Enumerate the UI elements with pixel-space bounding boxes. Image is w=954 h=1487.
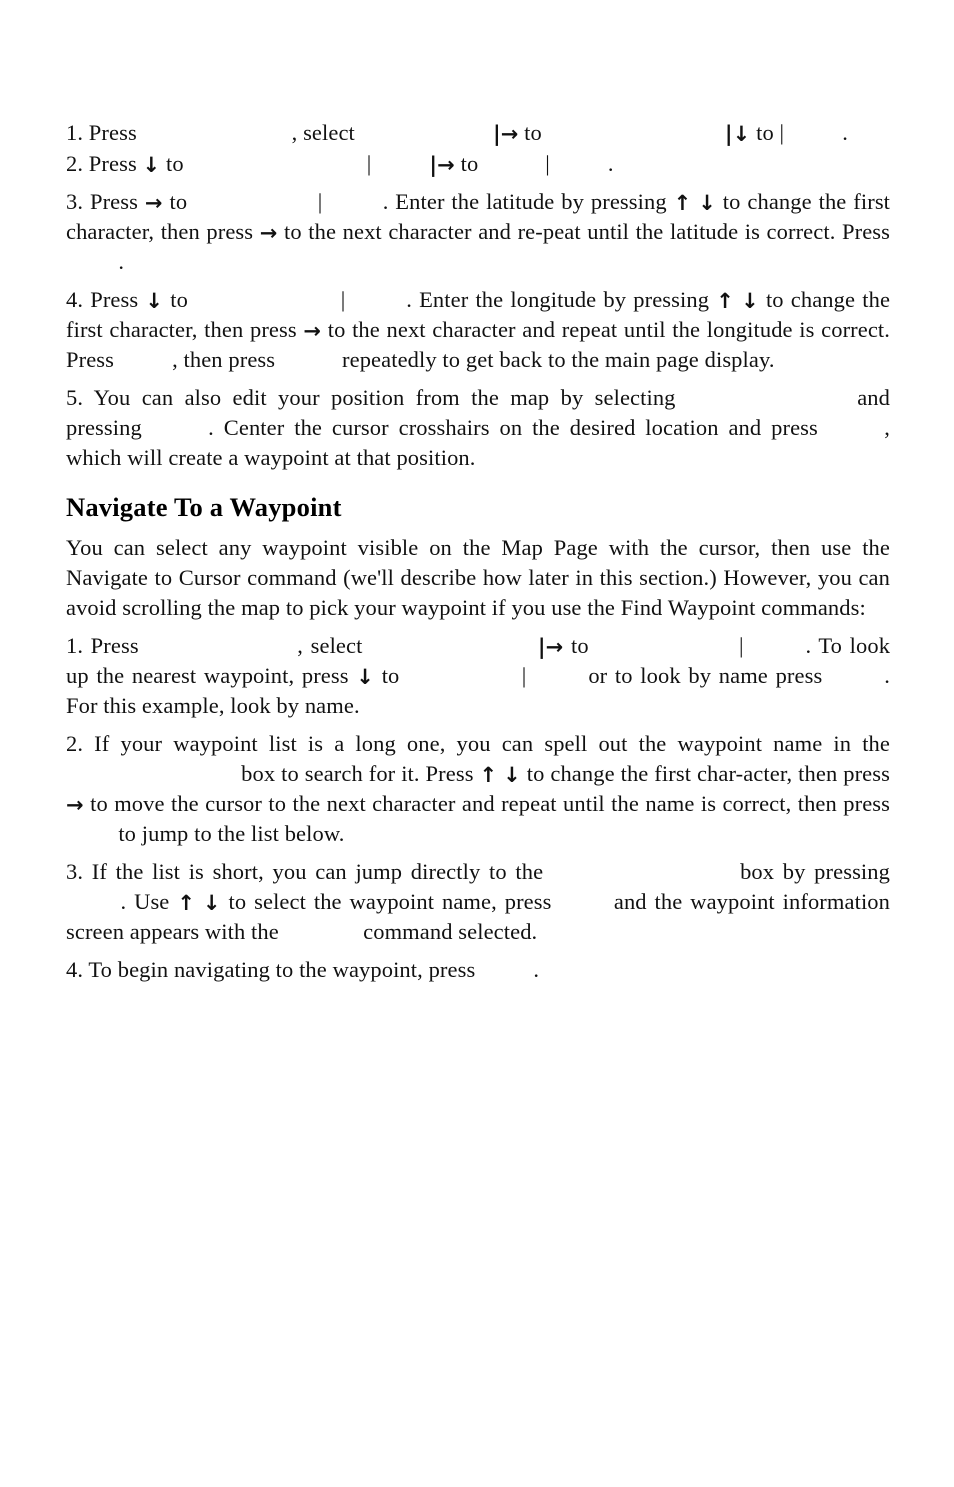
find-step-3-body-5: command selected. [363, 919, 538, 944]
pipe-separator: | [521, 663, 527, 688]
arrow-down-icon: |↓ [724, 122, 751, 146]
find-step-3-paragraph: 3. If the list is short, you can jump di… [66, 857, 890, 947]
step-4-paragraph: 4. Press ↓ to LONGITUDE | ENT . Enter th… [66, 285, 890, 375]
step-3-to: to [169, 189, 188, 214]
find-step-1-body-2: or to look by name press [588, 663, 823, 688]
step-4-body-1: . Enter the longitude by pressing [406, 287, 710, 312]
arrow-right-icon: |→ [537, 635, 564, 659]
step-1-to-2: to [756, 120, 774, 145]
pipe-separator: | [317, 189, 323, 214]
find-step-1-lead: 1. Press [66, 633, 139, 658]
arrow-up-icon: ↑ [177, 891, 196, 915]
step-1-to-1: to [524, 120, 542, 145]
section-heading-navigate-to-a-waypoint: Navigate To a Waypoint [66, 492, 342, 522]
pipe-separator: | [739, 633, 744, 658]
step-1-period: . [842, 120, 848, 145]
pipe-separator: | [366, 151, 372, 176]
find-step-3-body-2: . Use [120, 889, 170, 914]
arrow-right-icon: → [259, 221, 278, 245]
find-step-4-paragraph: 4. To begin navigating to the waypoint, … [66, 955, 890, 985]
find-step-4-lead: 4. To begin navigating to the waypoint, … [66, 957, 476, 982]
pipe-separator: | [545, 151, 550, 176]
find-step-1-to-1: to [570, 633, 589, 658]
arrow-down-icon: ↓ [356, 665, 374, 689]
arrow-right-icon: |→ [492, 122, 519, 146]
arrow-down-icon: ↓ [142, 153, 161, 177]
step-3-lead: 3. Press [66, 189, 138, 214]
step-2-lead: 2. Press [66, 151, 137, 176]
find-step-1-to-2: to [381, 663, 400, 688]
step-3-paragraph: 3. Press → to LATITUDE | ENT . Enter the… [66, 187, 890, 277]
step-5-body-2: . Center the cursor crosshairs on the de… [208, 415, 818, 440]
intro-paragraph: You can select any waypoint visible on t… [66, 535, 890, 620]
arrow-right-icon: → [66, 793, 84, 817]
step-2-paragraph: 2. Press ↓ to EDIT POSITION | ENT |→ to … [66, 149, 890, 179]
find-step-2-body-2: to change the first char-acter, then pre… [526, 761, 890, 786]
arrow-down-icon: ↓ [741, 289, 759, 313]
step-2-period: . [607, 151, 614, 176]
step-4-body-4: , then press [172, 347, 276, 372]
arrow-up-icon: ↑ [716, 289, 734, 313]
step-4-body-5: repeatedly to get back to the main page … [342, 347, 775, 372]
step-5-paragraph: 5. You can also edit your position from … [66, 383, 890, 473]
find-step-3-body-3: to select the waypoint name, press [228, 889, 552, 914]
find-step-3-body-1: box by pressing [740, 859, 890, 884]
find-step-3-lead: 3. If the list is short, you can jump di… [66, 859, 544, 884]
pipe-separator: | [779, 120, 785, 145]
step-2-to-1: to [165, 151, 184, 176]
arrow-down-icon: ↓ [202, 891, 221, 915]
arrow-right-icon: → [144, 191, 163, 215]
arrow-up-icon: ↑ [479, 763, 498, 787]
find-step-2-body-3: to move the cursor to the next character… [90, 791, 890, 816]
step-4-to: to [170, 287, 188, 312]
arrow-down-icon: ↓ [698, 191, 716, 215]
arrow-up-icon: ↑ [673, 191, 692, 215]
arrow-right-icon: → [303, 319, 322, 343]
find-step-1-select: , select [297, 633, 363, 658]
step-1-paragraph: 1. Press MENU|MENU , select MY TRAILS |→… [66, 118, 890, 148]
step-5-lead: 5. You can also edit your position from … [66, 385, 676, 410]
arrow-down-icon: ↓ [145, 289, 164, 313]
find-step-2-body-1: box to search for it. Press [241, 761, 474, 786]
step-3-body-1: . Enter the latitude by pressing [382, 189, 667, 214]
step-3-period: . [118, 249, 125, 274]
page-text-column: 1. Press MENU|MENU , select MY TRAILS |→… [66, 118, 890, 985]
step-4-lead: 4. Press [66, 287, 139, 312]
find-step-1-paragraph: 1. Press MENU|MENU , select FIND DISTANT… [66, 631, 890, 721]
step-1-lead: 1. Press [66, 120, 137, 145]
pipe-separator: | [340, 287, 346, 312]
arrow-right-icon: |→ [429, 153, 455, 177]
document-page: 1. Press MENU|MENU , select MY TRAILS |→… [0, 0, 954, 1487]
find-step-2-lead: 2. If your waypoint list is a long one, … [66, 731, 890, 756]
find-step-2-paragraph: 2. If your waypoint list is a long one, … [66, 729, 890, 849]
find-step-4-period: . [533, 957, 540, 982]
step-2-to-2: to [460, 151, 479, 176]
step-3-body-3: to the next character and re-peat until … [284, 219, 890, 244]
arrow-down-icon: ↓ [503, 763, 521, 787]
step-1-select-label: , select [291, 120, 355, 145]
find-step-2-body-4: to jump to the list below. [118, 821, 345, 846]
